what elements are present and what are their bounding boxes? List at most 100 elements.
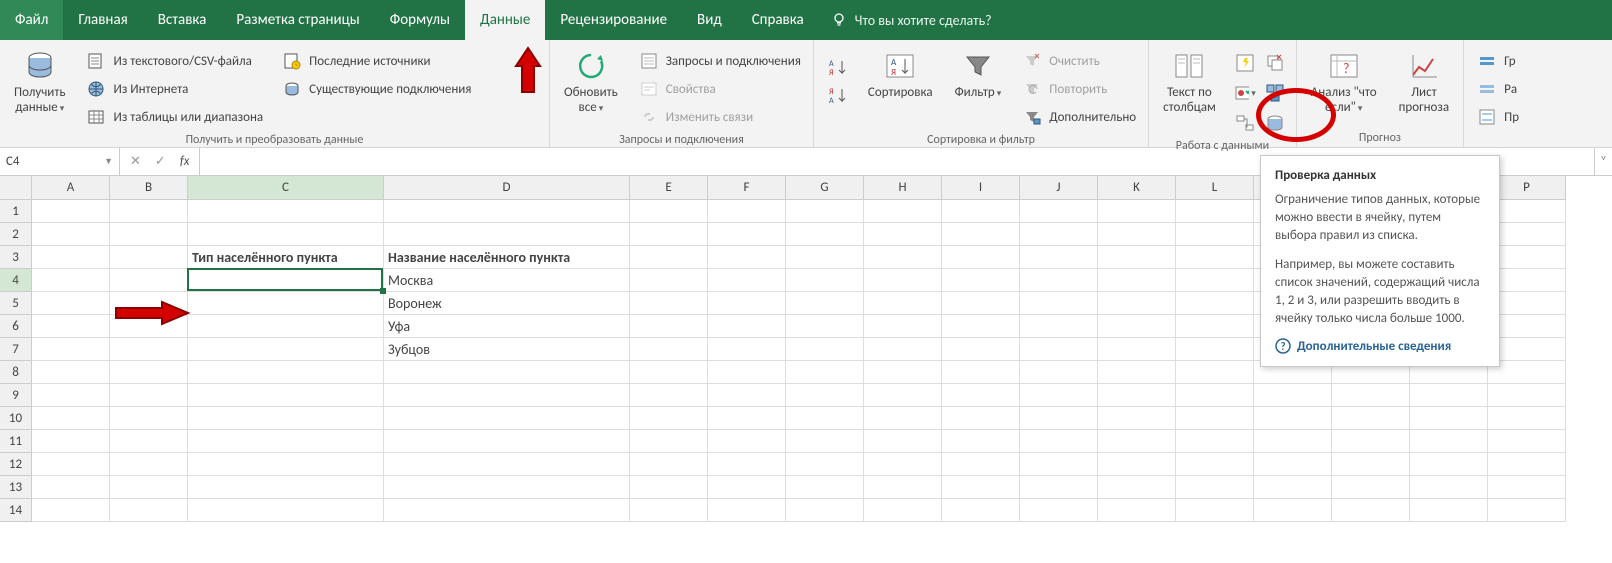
cell-G5[interactable]: [786, 292, 864, 315]
cell-L14[interactable]: [1176, 499, 1254, 522]
cell-P14[interactable]: [1488, 499, 1566, 522]
cell-N13[interactable]: [1332, 476, 1410, 499]
cell-L12[interactable]: [1176, 453, 1254, 476]
cell-C14[interactable]: [188, 499, 384, 522]
cell-E10[interactable]: [630, 407, 708, 430]
cell-I4[interactable]: [942, 269, 1020, 292]
col-header-D[interactable]: D: [384, 176, 630, 200]
cell-I9[interactable]: [942, 384, 1020, 407]
cell-I12[interactable]: [942, 453, 1020, 476]
sort-desc-button[interactable]: ЯА: [822, 82, 852, 108]
text-to-columns-button[interactable]: Текст по столбцам: [1157, 44, 1222, 120]
cell-L3[interactable]: [1176, 246, 1254, 269]
cell-B12[interactable]: [110, 453, 188, 476]
cell-L13[interactable]: [1176, 476, 1254, 499]
col-header-H[interactable]: H: [864, 176, 942, 200]
cell-P11[interactable]: [1488, 430, 1566, 453]
cell-A9[interactable]: [32, 384, 110, 407]
cell-C3[interactable]: Тип населённого пункта: [188, 246, 384, 269]
cell-H2[interactable]: [864, 223, 942, 246]
cell-N11[interactable]: [1332, 430, 1410, 453]
row-header-5[interactable]: 5: [0, 292, 32, 315]
cell-F14[interactable]: [708, 499, 786, 522]
cell-J3[interactable]: [1020, 246, 1098, 269]
cell-H3[interactable]: [864, 246, 942, 269]
edit-links-button[interactable]: Изменить связи: [634, 104, 805, 130]
cell-F1[interactable]: [708, 200, 786, 223]
data-model-button[interactable]: [1262, 110, 1288, 136]
cell-B11[interactable]: [110, 430, 188, 453]
col-header-B[interactable]: B: [110, 176, 188, 200]
cell-I1[interactable]: [942, 200, 1020, 223]
name-box[interactable]: C4 ▼: [0, 148, 120, 175]
cell-C12[interactable]: [188, 453, 384, 476]
cell-N12[interactable]: [1332, 453, 1410, 476]
cell-G1[interactable]: [786, 200, 864, 223]
cell-G8[interactable]: [786, 361, 864, 384]
fx-icon[interactable]: fx: [180, 154, 190, 169]
cell-L9[interactable]: [1176, 384, 1254, 407]
cell-E8[interactable]: [630, 361, 708, 384]
cell-D14[interactable]: [384, 499, 630, 522]
cell-G9[interactable]: [786, 384, 864, 407]
cell-G10[interactable]: [786, 407, 864, 430]
cell-D6[interactable]: Уфа: [384, 315, 630, 338]
cell-H8[interactable]: [864, 361, 942, 384]
relationships-button[interactable]: [1232, 110, 1258, 136]
tooltip-more-link[interactable]: ? Дополнительные сведения: [1275, 338, 1485, 354]
cell-K2[interactable]: [1098, 223, 1176, 246]
cell-G6[interactable]: [786, 315, 864, 338]
cell-J14[interactable]: [1020, 499, 1098, 522]
remove-dup-button[interactable]: [1262, 50, 1288, 76]
cell-E6[interactable]: [630, 315, 708, 338]
cell-M14[interactable]: [1254, 499, 1332, 522]
cell-C10[interactable]: [188, 407, 384, 430]
from-web-button[interactable]: Из Интернета: [81, 76, 267, 102]
cell-E12[interactable]: [630, 453, 708, 476]
cell-H5[interactable]: [864, 292, 942, 315]
cell-J9[interactable]: [1020, 384, 1098, 407]
cell-G13[interactable]: [786, 476, 864, 499]
cell-E7[interactable]: [630, 338, 708, 361]
cell-J11[interactable]: [1020, 430, 1098, 453]
cell-I13[interactable]: [942, 476, 1020, 499]
reapply-button[interactable]: Повторить: [1017, 76, 1140, 102]
cell-K6[interactable]: [1098, 315, 1176, 338]
cell-F10[interactable]: [708, 407, 786, 430]
cell-H7[interactable]: [864, 338, 942, 361]
refresh-all-button[interactable]: Обновить все: [558, 44, 624, 120]
cell-A8[interactable]: [32, 361, 110, 384]
tab-page-layout[interactable]: Разметка страницы: [221, 0, 374, 40]
tab-file[interactable]: Файл: [0, 0, 63, 40]
cell-B8[interactable]: [110, 361, 188, 384]
from-table-button[interactable]: Из таблицы или диапазона: [81, 104, 267, 130]
col-header-A[interactable]: A: [32, 176, 110, 200]
row-header-10[interactable]: 10: [0, 407, 32, 430]
advanced-filter-button[interactable]: Дополнительно: [1017, 104, 1140, 130]
cell-L2[interactable]: [1176, 223, 1254, 246]
cell-K10[interactable]: [1098, 407, 1176, 430]
cell-E5[interactable]: [630, 292, 708, 315]
cell-D1[interactable]: [384, 200, 630, 223]
cell-O11[interactable]: [1410, 430, 1488, 453]
cell-C1[interactable]: [188, 200, 384, 223]
cell-F7[interactable]: [708, 338, 786, 361]
get-data-button[interactable]: Получить данные: [8, 44, 71, 120]
cell-D9[interactable]: [384, 384, 630, 407]
cell-M10[interactable]: [1254, 407, 1332, 430]
cell-A3[interactable]: [32, 246, 110, 269]
cell-B10[interactable]: [110, 407, 188, 430]
cell-G7[interactable]: [786, 338, 864, 361]
cell-A5[interactable]: [32, 292, 110, 315]
cell-F8[interactable]: [708, 361, 786, 384]
cell-J12[interactable]: [1020, 453, 1098, 476]
cell-C2[interactable]: [188, 223, 384, 246]
cell-N9[interactable]: [1332, 384, 1410, 407]
cell-N14[interactable]: [1332, 499, 1410, 522]
cell-F2[interactable]: [708, 223, 786, 246]
sort-button[interactable]: АЯ Сортировка: [862, 44, 939, 105]
col-header-J[interactable]: J: [1020, 176, 1098, 200]
cell-G14[interactable]: [786, 499, 864, 522]
cell-J13[interactable]: [1020, 476, 1098, 499]
cell-F11[interactable]: [708, 430, 786, 453]
